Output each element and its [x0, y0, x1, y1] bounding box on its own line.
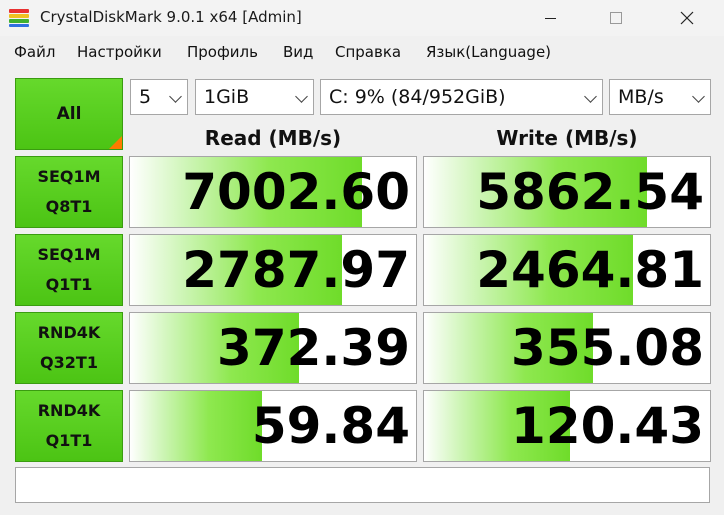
close-icon: [680, 11, 694, 25]
count-value: 5: [139, 86, 152, 108]
test-params: Q32T1: [40, 353, 98, 372]
minimize-button[interactable]: [527, 0, 573, 36]
test-params: Q1T1: [45, 275, 93, 294]
read-result-cell: 2787.97: [129, 234, 417, 306]
count-select[interactable]: 5: [130, 79, 188, 115]
write-header: Write (MB/s): [496, 126, 638, 150]
test-name: RND4K: [37, 401, 101, 420]
write-value: 5862.54: [476, 163, 704, 221]
chevron-down-icon: [584, 90, 597, 103]
test-rnd4k-q32t1-button[interactable]: RND4K Q32T1: [15, 312, 123, 384]
window-title: CrystalDiskMark 9.0.1 x64 [Admin]: [40, 8, 302, 26]
menu-view[interactable]: Вид: [283, 43, 313, 61]
read-value: 59.84: [251, 397, 410, 455]
write-result-cell: 5862.54: [423, 156, 711, 228]
read-bar: [130, 391, 262, 461]
chevron-down-icon: [692, 90, 705, 103]
unit-select[interactable]: MB/s: [609, 79, 711, 115]
read-result-cell: 7002.60: [129, 156, 417, 228]
menu-file[interactable]: Файл: [14, 43, 55, 61]
read-header: Read (MB/s): [204, 126, 342, 150]
read-value: 2787.97: [182, 241, 410, 299]
write-value: 2464.81: [476, 241, 704, 299]
test-rnd4k-q1t1-button[interactable]: RND4K Q1T1: [15, 390, 123, 462]
menu-help[interactable]: Справка: [335, 43, 401, 61]
write-value: 355.08: [511, 319, 704, 377]
test-params: Q1T1: [45, 431, 93, 450]
all-button-label: All: [56, 104, 82, 124]
unit-value: MB/s: [618, 86, 664, 108]
chevron-down-icon: [169, 90, 182, 103]
drive-select[interactable]: C: 9% (84/952GiB): [320, 79, 603, 115]
maximize-icon: [610, 12, 622, 24]
minimize-icon: [544, 17, 556, 19]
read-result-cell: 59.84: [129, 390, 417, 462]
menu-language[interactable]: Язык(Language): [426, 43, 551, 61]
test-params: Q8T1: [45, 197, 93, 216]
comment-input[interactable]: [15, 467, 710, 503]
menu-settings[interactable]: Настройки: [77, 43, 162, 61]
size-select[interactable]: 1GiB: [195, 79, 314, 115]
menu-profile[interactable]: Профиль: [187, 43, 258, 61]
drive-value: C: 9% (84/952GiB): [329, 86, 506, 108]
test-seq1m-q8t1-button[interactable]: SEQ1M Q8T1: [15, 156, 123, 228]
read-value: 7002.60: [182, 163, 410, 221]
write-result-cell: 355.08: [423, 312, 711, 384]
test-name: SEQ1M: [37, 245, 101, 264]
title-bar: CrystalDiskMark 9.0.1 x64 [Admin]: [0, 0, 724, 36]
write-result-cell: 120.43: [423, 390, 711, 462]
close-button[interactable]: [664, 0, 710, 36]
test-name: RND4K: [37, 323, 101, 342]
corner-marker: [109, 136, 122, 149]
maximize-button[interactable]: [593, 0, 639, 36]
all-button[interactable]: All: [15, 78, 123, 150]
chevron-down-icon: [295, 90, 308, 103]
size-value: 1GiB: [204, 86, 250, 108]
write-value: 120.43: [511, 397, 704, 455]
test-name: SEQ1M: [37, 167, 101, 186]
test-seq1m-q1t1-button[interactable]: SEQ1M Q1T1: [15, 234, 123, 306]
app-icon: [9, 9, 29, 27]
write-result-cell: 2464.81: [423, 234, 711, 306]
read-value: 372.39: [217, 319, 410, 377]
read-result-cell: 372.39: [129, 312, 417, 384]
menu-bar: Файл Настройки Профиль Вид Справка Язык(…: [0, 36, 724, 68]
